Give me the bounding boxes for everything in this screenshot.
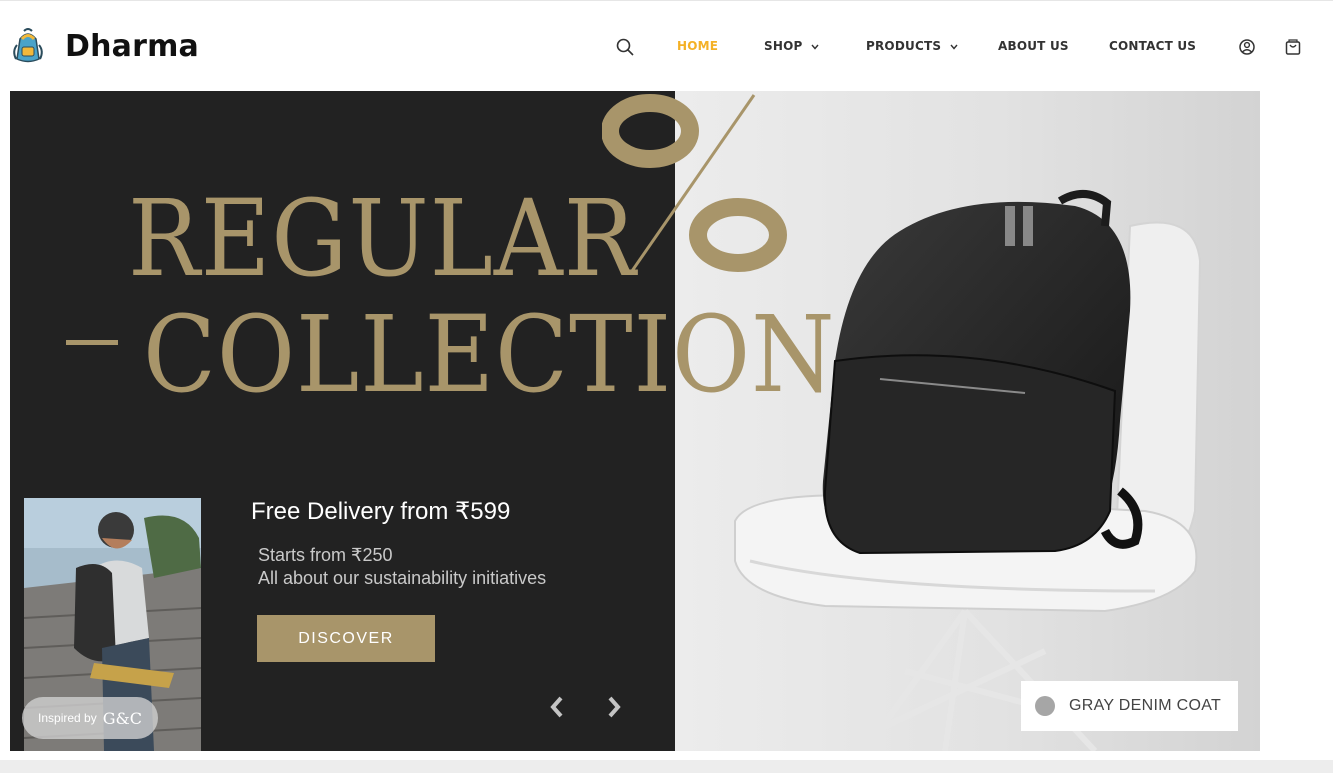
nav-products-label: PRODUCTS (866, 39, 942, 53)
inspired-by-badge[interactable]: Inspired by G&C (22, 697, 158, 739)
search-icon[interactable] (615, 37, 635, 57)
nav-shop[interactable]: SHOP (764, 39, 820, 53)
nav-home-label: HOME (677, 39, 719, 53)
nav-contact-us[interactable]: CONTACT US (1109, 39, 1196, 53)
cart-icon[interactable] (1283, 37, 1303, 57)
badge-prefix: Inspired by (38, 711, 97, 725)
badge-brand: G&C (102, 708, 142, 728)
brand-name[interactable]: Dharma (65, 29, 199, 64)
hero-slider: REGULAR COLLECTION Inspired by G&C Free … (10, 91, 1260, 751)
chevron-right-icon[interactable] (603, 691, 625, 723)
page-bottom-strip (0, 760, 1333, 773)
headline-line-1: REGULAR (128, 177, 637, 300)
headline-dash (66, 340, 118, 345)
percent-sign-graphic (602, 94, 787, 272)
nav-contact-label: CONTACT US (1109, 39, 1197, 53)
nav-shop-label: SHOP (764, 39, 803, 53)
account-icon[interactable] (1237, 37, 1257, 57)
nav-products[interactable]: PRODUCTS (866, 39, 959, 53)
headline-line-2: COLLECTION (143, 293, 836, 416)
promo-line-2: All about our sustainability initiatives (258, 568, 547, 588)
discover-button[interactable]: DISCOVER (257, 615, 435, 662)
color-swatch-dot (1035, 696, 1055, 716)
promo-line-1: Starts from ₹250 (258, 545, 393, 565)
nav-about-us[interactable]: ABOUT US (998, 39, 1069, 53)
product-tag-label: GRAY DENIM COAT (1069, 697, 1222, 714)
chevron-down-icon (949, 41, 959, 51)
backpack-logo-icon[interactable] (10, 27, 46, 65)
nav-home[interactable]: HOME (677, 39, 718, 53)
promo-title: Free Delivery from ₹599 (251, 498, 511, 525)
nav-about-label: ABOUT US (998, 39, 1069, 53)
chevron-left-icon[interactable] (546, 691, 568, 723)
site-header: Dharma HOME SHOP PRODUCTS ABOUT US CONTA… (0, 0, 1333, 91)
chevron-down-icon (810, 41, 820, 51)
product-hotspot-tag[interactable]: GRAY DENIM COAT (1021, 681, 1238, 731)
